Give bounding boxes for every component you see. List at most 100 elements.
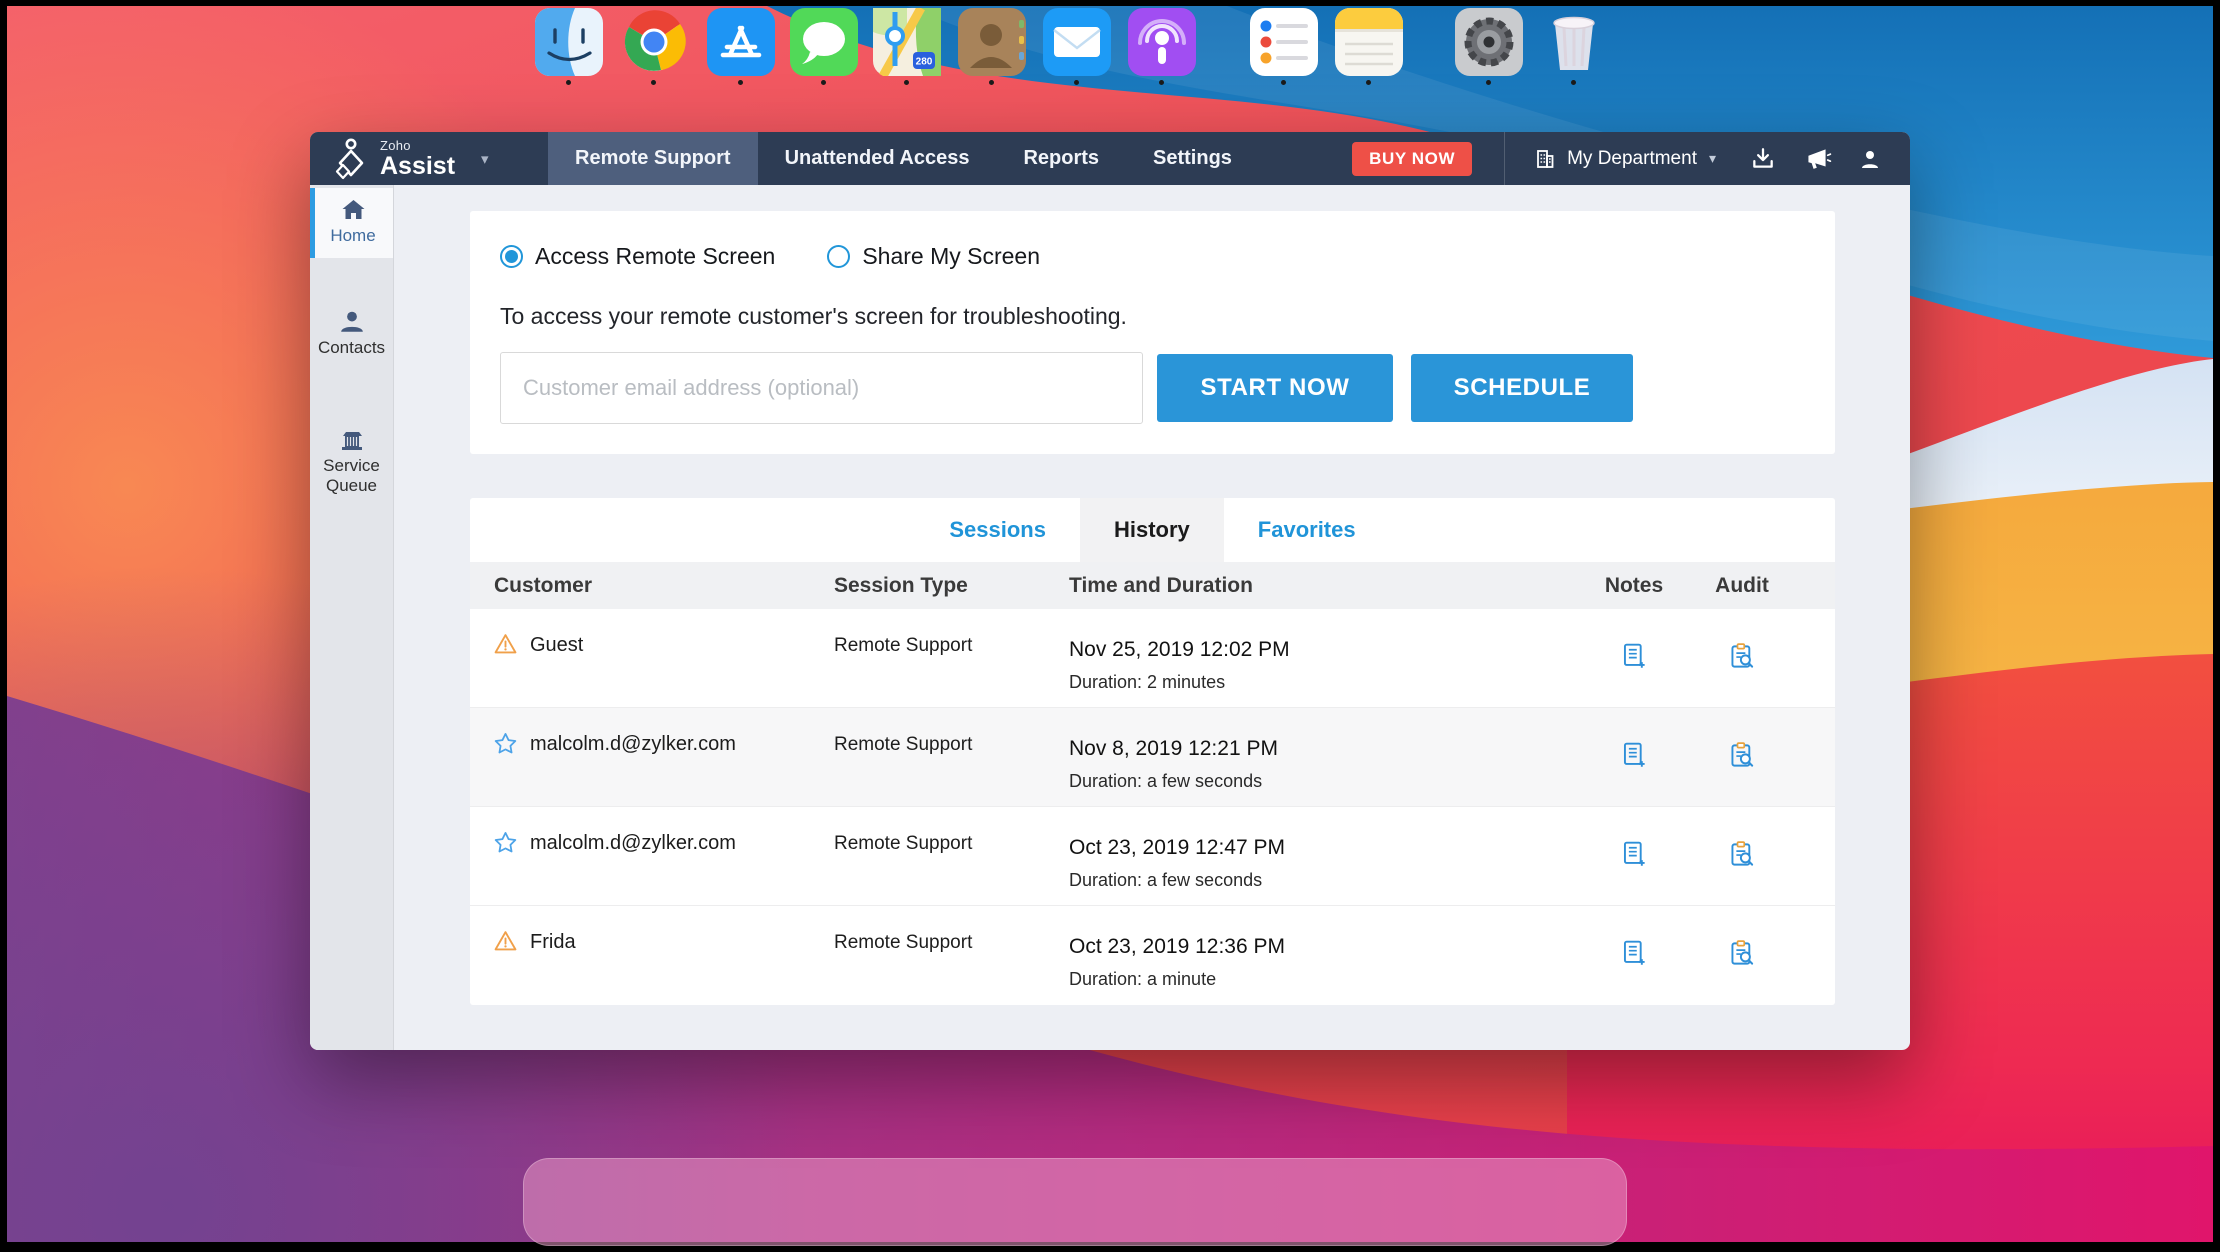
notes-cell[interactable]: [1589, 708, 1679, 806]
column-header-notes: Notes: [1604, 573, 1664, 597]
access-remote-screen-label[interactable]: Access Remote Screen: [535, 243, 775, 270]
dock-notes[interactable]: [1335, 8, 1403, 76]
dock-messages[interactable]: [790, 8, 858, 76]
running-indicator: [738, 80, 743, 85]
notes-cell[interactable]: [1589, 906, 1679, 1005]
access-remote-screen-radio[interactable]: [500, 245, 523, 268]
dock-trash[interactable]: [1540, 8, 1608, 76]
messages-icon: [790, 8, 858, 76]
star-icon: [494, 733, 517, 754]
notes-cell[interactable]: [1589, 807, 1679, 905]
svg-text:280: 280: [916, 57, 933, 68]
sidebar-item-label: Home: [330, 226, 376, 245]
session-type: Remote Support: [834, 833, 973, 854]
building-icon: [1537, 149, 1554, 168]
dock-system-preferences[interactable]: [1455, 8, 1523, 76]
table-row[interactable]: Guest Remote Support Nov 25, 2019 12:02 …: [470, 609, 1835, 708]
tab-favorites[interactable]: Favorites: [1224, 498, 1390, 562]
contacts-icon: [340, 311, 363, 332]
user-icon[interactable]: [1858, 147, 1882, 171]
dock-finder[interactable]: [535, 8, 603, 76]
department-selector[interactable]: My Department ▾: [1533, 147, 1716, 171]
tab-history[interactable]: History: [1079, 498, 1224, 562]
dock-reminders[interactable]: [1250, 8, 1318, 76]
nav-tab-reports[interactable]: Reports: [996, 132, 1126, 185]
audit-cell[interactable]: [1679, 708, 1805, 806]
sidebar-item-home[interactable]: Home: [310, 188, 393, 258]
finder-icon: [535, 8, 603, 76]
sidebar-item-label: Contacts: [317, 338, 386, 357]
customer-name: malcolm.d@zylker.com: [530, 733, 736, 755]
running-indicator: [1486, 80, 1491, 85]
session-duration: Duration: a few seconds: [1069, 870, 1263, 890]
column-header-customer: Customer: [494, 573, 593, 597]
notes-cell[interactable]: [1589, 609, 1679, 707]
maps-icon: 280: [873, 8, 941, 76]
announcement-icon[interactable]: [1802, 146, 1832, 172]
sidebar-item-contacts[interactable]: Contacts: [310, 300, 393, 370]
star-icon: [494, 832, 517, 853]
nav-tab-unattended-access[interactable]: Unattended Access: [758, 132, 997, 185]
running-indicator: [821, 80, 826, 85]
buy-now-button[interactable]: BUY NOW: [1352, 141, 1473, 176]
app-logo[interactable]: Zoho Assist ▾: [310, 132, 548, 185]
audit-cell[interactable]: [1679, 609, 1805, 707]
dock-contacts[interactable]: [958, 8, 1026, 76]
home-icon: [342, 200, 364, 219]
share-my-screen-radio[interactable]: [827, 245, 851, 268]
dock-chrome[interactable]: [620, 8, 688, 76]
chevron-down-icon: ▾: [1708, 150, 1716, 166]
chrome-icon: [624, 10, 686, 71]
running-indicator: [651, 80, 656, 85]
share-my-screen-label[interactable]: Share My Screen: [862, 243, 1040, 270]
session-time: Oct 23, 2019 12:36 PM: [1069, 935, 1285, 958]
audit-cell[interactable]: [1679, 906, 1805, 1005]
contacts-icon: [958, 8, 1026, 76]
brand-assist: Assist: [380, 151, 456, 180]
dock-podcasts[interactable]: [1128, 8, 1196, 76]
mail-icon: [1043, 8, 1111, 76]
session-mode-options: Access Remote Screen Share My Screen: [500, 243, 1805, 270]
department-label: My Department: [1567, 147, 1697, 169]
navbar-right: BUY NOW My Department ▾: [1352, 132, 1910, 185]
schedule-button[interactable]: SCHEDULE: [1411, 354, 1633, 422]
download-icon[interactable]: [1750, 146, 1776, 172]
audit-cell[interactable]: [1679, 807, 1805, 905]
running-indicator: [1159, 80, 1164, 85]
sidebar-item-service-queue[interactable]: Service Queue: [310, 416, 393, 508]
table-row[interactable]: malcolm.d@zylker.com Remote Support Oct …: [470, 807, 1835, 906]
audit-icon: [1731, 940, 1754, 965]
tab-sessions[interactable]: Sessions: [915, 498, 1080, 562]
sessions-panel: Sessions History Favorites Customer Sess…: [470, 498, 1835, 1005]
session-time: Oct 23, 2019 12:47 PM: [1069, 836, 1285, 859]
screen: Zoho Assist ▾ Remote Support Unattended …: [0, 0, 2220, 1252]
customer-name: Guest: [530, 634, 584, 656]
topbar-icons: [1750, 146, 1882, 172]
share-my-screen-option: Share My Screen: [827, 243, 1040, 270]
dock-app-store[interactable]: [707, 8, 775, 76]
dock-maps[interactable]: 280: [873, 8, 941, 76]
running-indicator: [989, 80, 994, 85]
customer-name: Frida: [530, 931, 576, 953]
service-queue-icon: [341, 432, 362, 450]
sidebar-item-label: Service Queue: [323, 456, 380, 495]
chevron-down-icon[interactable]: ▾: [481, 150, 489, 168]
scheduler-description: To access your remote customer's screen …: [500, 303, 1127, 329]
add-note-icon: [1623, 742, 1645, 767]
table-row[interactable]: malcolm.d@zylker.com Remote Support Nov …: [470, 708, 1835, 807]
start-now-button[interactable]: START NOW: [1157, 354, 1393, 422]
nav-tab-settings[interactable]: Settings: [1126, 132, 1259, 185]
nav-tab-remote-support[interactable]: Remote Support: [548, 132, 758, 185]
dock-mail[interactable]: [1043, 8, 1111, 76]
table-row[interactable]: Frida Remote Support Oct 23, 2019 12:36 …: [470, 906, 1835, 1005]
customer-email-input[interactable]: [500, 352, 1143, 424]
audit-icon: [1731, 742, 1754, 767]
session-type: Remote Support: [834, 635, 973, 656]
running-indicator: [566, 80, 571, 85]
running-indicator: [1281, 80, 1286, 85]
column-header-audit: Audit: [1715, 573, 1769, 597]
running-indicator: [1366, 80, 1371, 85]
session-duration: Duration: 2 minutes: [1069, 672, 1226, 692]
customer-name: malcolm.d@zylker.com: [530, 832, 736, 854]
session-duration: Duration: a few seconds: [1069, 771, 1263, 791]
